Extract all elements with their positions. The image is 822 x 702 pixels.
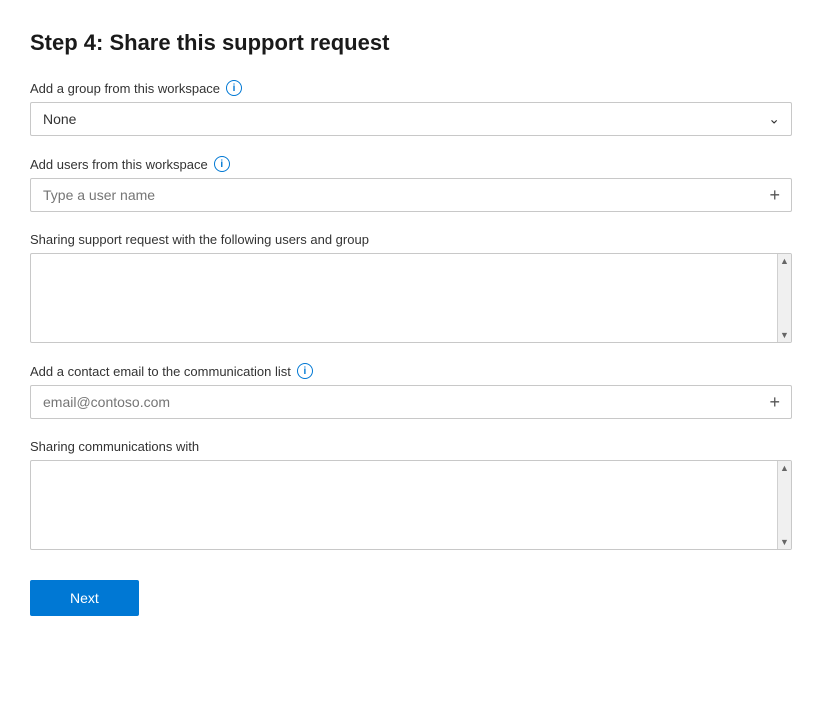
users-section: Add users from this workspace i + (30, 156, 792, 212)
sharing-users-label-text: Sharing support request with the followi… (30, 232, 369, 247)
email-label-text: Add a contact email to the communication… (30, 364, 291, 379)
group-label-text: Add a group from this workspace (30, 81, 220, 96)
group-section-label: Add a group from this workspace i (30, 80, 792, 96)
group-section: Add a group from this workspace i None ⌄ (30, 80, 792, 136)
sharing-comms-scrollbar[interactable]: ▲ ▼ (777, 461, 791, 549)
add-user-button[interactable]: + (765, 184, 784, 206)
users-info-icon[interactable]: i (214, 156, 230, 172)
next-button[interactable]: Next (30, 580, 139, 616)
add-email-button[interactable]: + (765, 391, 784, 413)
users-label-text: Add users from this workspace (30, 157, 208, 172)
group-dropdown[interactable]: None (30, 102, 792, 136)
email-section: Add a contact email to the communication… (30, 363, 792, 419)
group-dropdown-wrapper: None ⌄ (30, 102, 792, 136)
sharing-comms-label: Sharing communications with (30, 439, 792, 454)
users-section-label: Add users from this workspace i (30, 156, 792, 172)
sharing-users-content (31, 254, 791, 342)
sharing-users-scrollbar[interactable]: ▲ ▼ (777, 254, 791, 342)
user-input-wrapper: + (30, 178, 792, 212)
sharing-comms-label-text: Sharing communications with (30, 439, 199, 454)
scroll-up-arrow[interactable]: ▲ (780, 256, 789, 266)
scroll-down-arrow[interactable]: ▼ (780, 330, 789, 340)
comms-scroll-down-arrow[interactable]: ▼ (780, 537, 789, 547)
sharing-users-section: Sharing support request with the followi… (30, 232, 792, 343)
sharing-users-label: Sharing support request with the followi… (30, 232, 792, 247)
email-section-label: Add a contact email to the communication… (30, 363, 792, 379)
email-info-icon[interactable]: i (297, 363, 313, 379)
page-title: Step 4: Share this support request (30, 30, 792, 56)
email-input[interactable] (30, 385, 792, 419)
sharing-comms-section: Sharing communications with ▲ ▼ (30, 439, 792, 550)
group-info-icon[interactable]: i (226, 80, 242, 96)
sharing-users-box: ▲ ▼ (30, 253, 792, 343)
sharing-comms-content (31, 461, 791, 549)
sharing-comms-box: ▲ ▼ (30, 460, 792, 550)
email-input-wrapper: + (30, 385, 792, 419)
comms-scroll-up-arrow[interactable]: ▲ (780, 463, 789, 473)
footer: Next (30, 570, 792, 616)
user-name-input[interactable] (30, 178, 792, 212)
